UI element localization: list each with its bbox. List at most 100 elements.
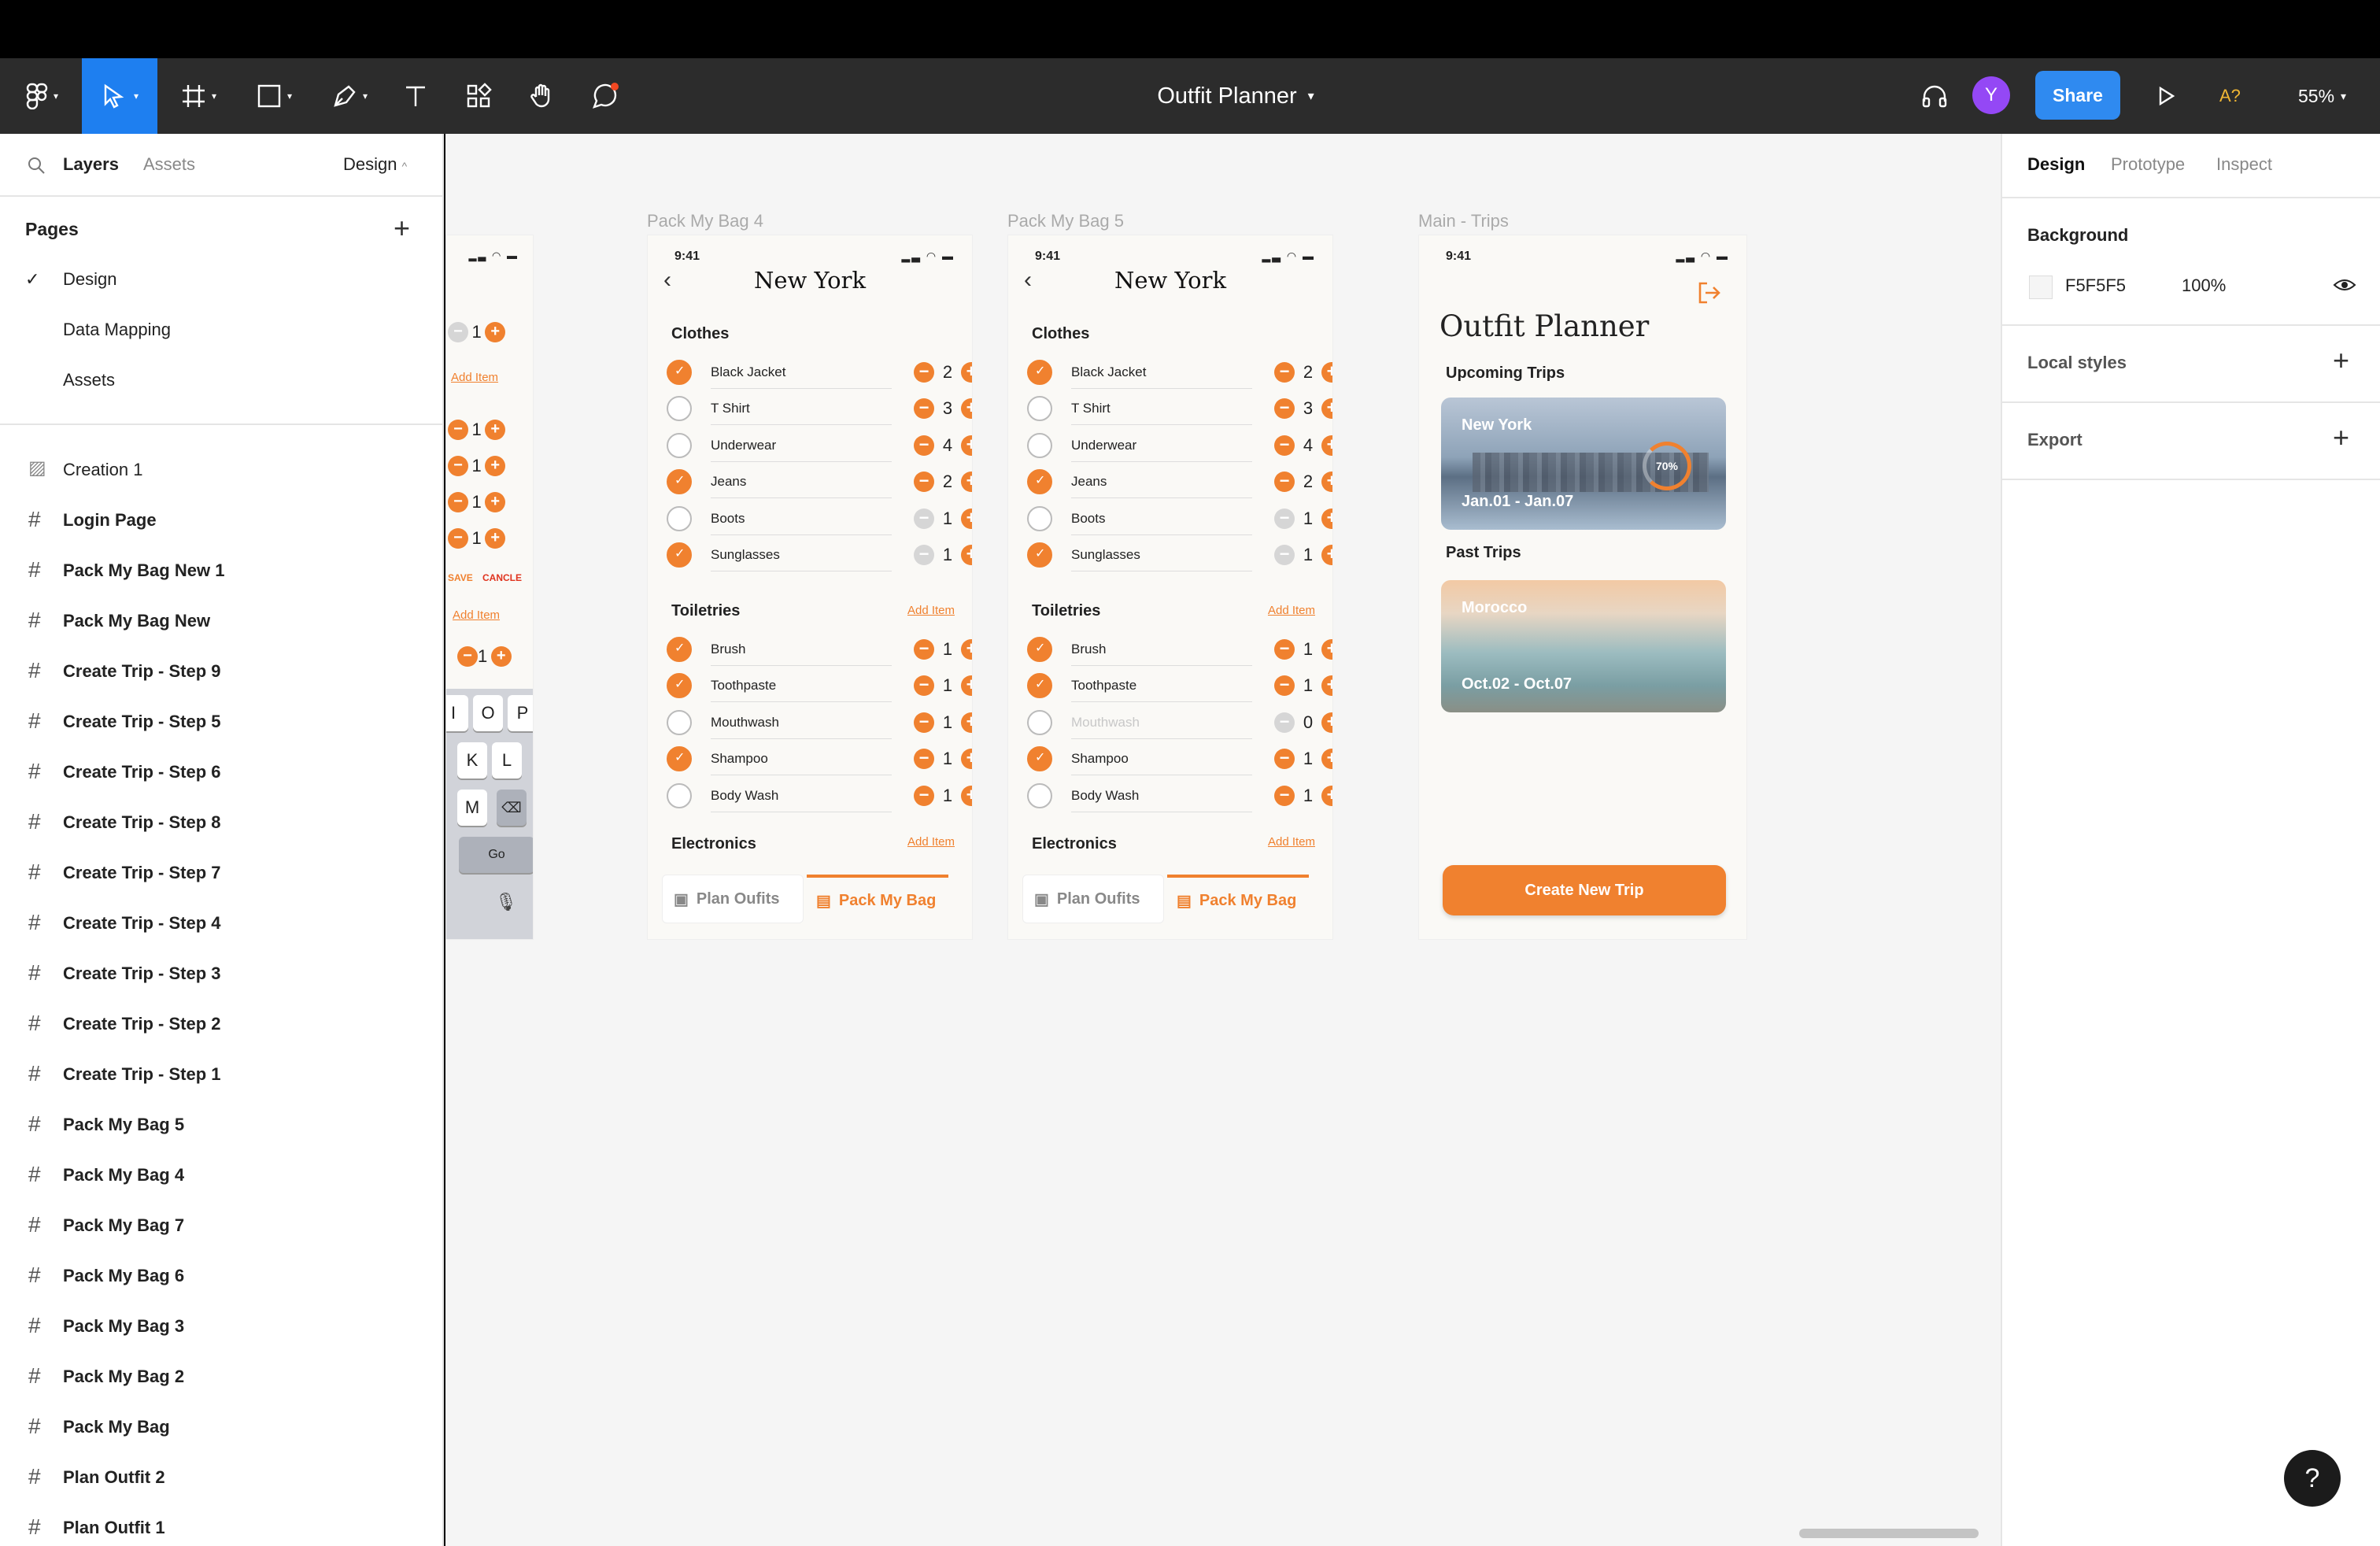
plus-icon[interactable]: +	[961, 398, 972, 420]
audio-button[interactable]	[1913, 58, 1957, 134]
list-item[interactable]: Underwear −4 +	[1027, 427, 1332, 463]
layer-item[interactable]: # Login Page	[0, 496, 442, 546]
minus-icon[interactable]: −	[1274, 639, 1295, 660]
tab-design[interactable]: Design	[2027, 154, 2085, 175]
checkbox[interactable]	[667, 673, 692, 699]
minus-icon[interactable]: −	[1274, 749, 1295, 770]
list-item[interactable]: Jeans −2 +	[667, 463, 972, 499]
add-item-link[interactable]: Add Item	[907, 604, 955, 617]
minus-icon[interactable]: −	[914, 435, 934, 456]
tab-layers[interactable]: Layers	[63, 154, 119, 175]
canvas[interactable]: ▂▃ ◠ ▬ − 1 + Add Item − 1 + − 1 + − 1 + …	[445, 134, 2001, 1546]
tab-inspect[interactable]: Inspect	[2216, 154, 2272, 175]
keyboard-key[interactable]: P	[508, 695, 533, 731]
layer-item[interactable]: # Create Trip - Step 5	[0, 697, 442, 748]
add-item-link[interactable]: Add Item	[907, 835, 955, 849]
layer-item[interactable]: # Pack My Bag 2	[0, 1352, 442, 1403]
plus-icon[interactable]: +	[961, 545, 972, 565]
layer-item[interactable]: # Create Trip - Step 2	[0, 1000, 442, 1050]
trip-card-past[interactable]: Morocco Oct.02 - Oct.07	[1441, 580, 1726, 712]
plus-icon[interactable]: +	[961, 785, 972, 806]
layer-item[interactable]: # Pack My Bag 4	[0, 1151, 442, 1201]
list-item[interactable]: Body Wash −1 +	[1027, 777, 1332, 813]
plus-icon[interactable]: +	[1321, 545, 1332, 565]
create-new-trip-button[interactable]: Create New Trip	[1443, 865, 1726, 915]
list-item[interactable]: Toothpaste −1 +	[1027, 667, 1332, 703]
present-button[interactable]	[2142, 58, 2190, 134]
minus-icon[interactable]: −	[457, 646, 478, 667]
tab-prototype[interactable]: Prototype	[2111, 154, 2185, 175]
list-item[interactable]: Body Wash −1 +	[667, 777, 972, 813]
page-switcher[interactable]: Design ^	[343, 154, 407, 175]
plus-icon[interactable]: +	[485, 420, 506, 440]
list-item[interactable]: Brush −1 +	[667, 631, 972, 667]
layer-item[interactable]: # Create Trip - Step 4	[0, 899, 442, 949]
main-menu-button[interactable]: ▾	[14, 58, 69, 134]
add-item-link[interactable]: Add Item	[453, 608, 500, 622]
minus-icon[interactable]: −	[1274, 712, 1295, 733]
list-item[interactable]: Shampoo −1 +	[1027, 740, 1332, 776]
list-item[interactable]: Jeans −2 +	[1027, 463, 1332, 499]
minus-icon[interactable]: −	[914, 398, 934, 420]
layer-item[interactable]: # Pack My Bag 5	[0, 1100, 442, 1151]
minus-icon[interactable]: −	[914, 749, 934, 770]
list-item[interactable]: Sunglasses −1 +	[667, 536, 972, 572]
minus-icon[interactable]: −	[914, 362, 934, 383]
plus-icon[interactable]: +	[961, 639, 972, 660]
layer-item[interactable]: ▨ Creation 1	[0, 446, 442, 496]
keyboard-key[interactable]: M	[457, 790, 487, 826]
plus-icon[interactable]: +	[961, 508, 972, 529]
minus-icon[interactable]: −	[914, 675, 934, 697]
plus-icon[interactable]: +	[490, 646, 512, 667]
frame-label[interactable]: Pack My Bag 4	[647, 211, 763, 231]
pen-tool-button[interactable]: ▾	[318, 58, 381, 134]
checkbox[interactable]	[1027, 542, 1052, 568]
layer-item[interactable]: # Pack My Bag 3	[0, 1302, 442, 1352]
layer-item[interactable]: # Create Trip - Step 6	[0, 748, 442, 798]
minus-icon[interactable]: −	[1274, 545, 1295, 565]
text-tool-button[interactable]	[394, 58, 438, 134]
checkbox[interactable]	[1027, 396, 1052, 422]
page-item[interactable]: Design	[63, 269, 116, 290]
layer-item[interactable]: # Pack My Bag New	[0, 597, 442, 647]
add-local-style-icon[interactable]: +	[2333, 346, 2349, 375]
page-item[interactable]: Data Mapping	[63, 320, 171, 340]
cancel-link[interactable]: CANCLE	[482, 572, 522, 583]
minus-icon[interactable]: −	[914, 785, 934, 806]
minus-icon[interactable]: −	[1274, 785, 1295, 806]
checkbox[interactable]	[667, 746, 692, 772]
layer-item[interactable]: # Create Trip - Step 8	[0, 798, 442, 849]
list-item[interactable]: Toothpaste −1 +	[667, 667, 972, 703]
minus-icon[interactable]: −	[448, 420, 468, 440]
layer-item[interactable]: # Create Trip - Step 7	[0, 849, 442, 899]
minus-icon[interactable]: −	[448, 322, 468, 342]
comment-tool-button[interactable]	[582, 58, 630, 134]
layer-item[interactable]: # Plan Outfit 1	[0, 1503, 442, 1546]
page-item[interactable]: Assets	[63, 370, 115, 390]
layer-item[interactable]: # Pack My Bag New 1	[0, 546, 442, 597]
list-item[interactable]: Black Jacket −2 +	[1027, 353, 1332, 390]
plus-icon[interactable]: +	[1321, 712, 1332, 733]
frame-main-trips[interactable]: 9:41 ▂▃ ◠ ▬ Outfit Planner Upcoming Trip…	[1418, 235, 1747, 940]
keyboard-key[interactable]: L	[492, 742, 522, 779]
eye-icon[interactable]	[2333, 276, 2356, 294]
plus-icon[interactable]: +	[961, 749, 972, 770]
list-item[interactable]: Boots −1 +	[667, 500, 972, 536]
background-opacity-input[interactable]: 100%	[2182, 276, 2226, 296]
help-button[interactable]: ?	[2284, 1450, 2341, 1507]
minus-icon[interactable]: −	[448, 456, 468, 476]
minus-icon[interactable]: −	[914, 472, 934, 493]
frame-label[interactable]: Pack My Bag 5	[1007, 211, 1124, 231]
missing-fonts-indicator[interactable]: A?	[2219, 58, 2241, 134]
checkbox[interactable]	[667, 469, 692, 495]
logout-icon[interactable]	[1696, 279, 1723, 306]
phone-screen[interactable]: 9:41▂▃ ◠ ▬‹New YorkClothesBlack Jacket−2…	[1007, 235, 1333, 940]
go-key[interactable]: Go	[459, 837, 533, 873]
list-item[interactable]: Boots −1 +	[1027, 500, 1332, 536]
layer-item[interactable]: # Create Trip - Step 1	[0, 1050, 442, 1100]
checkbox[interactable]	[1027, 505, 1052, 531]
checkbox[interactable]	[667, 542, 692, 568]
minus-icon[interactable]: −	[1274, 472, 1295, 493]
layer-item[interactable]: # Plan Outfit 2	[0, 1453, 442, 1503]
tab-plan-outfits[interactable]: ▣ Plan Oufits	[1022, 875, 1164, 923]
